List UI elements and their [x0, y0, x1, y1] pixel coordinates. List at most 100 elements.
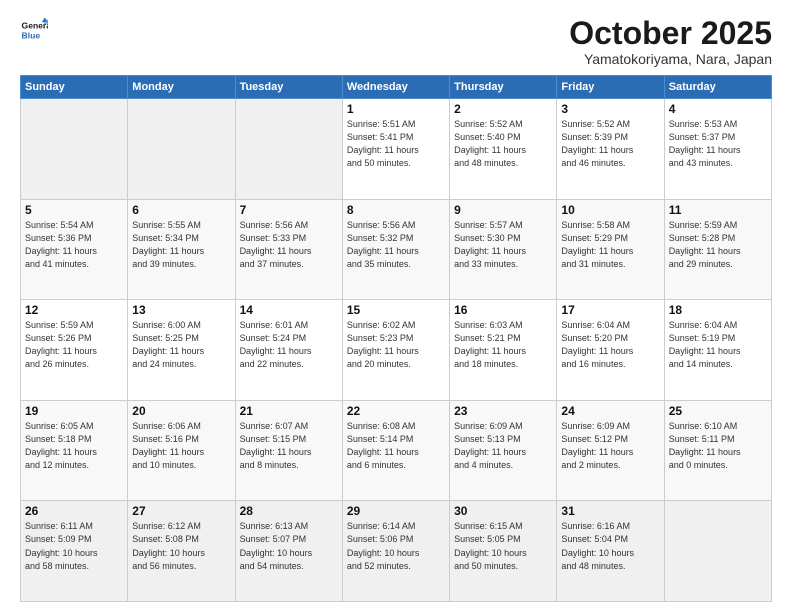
day-info: Sunrise: 6:13 AMSunset: 5:07 PMDaylight:… — [240, 520, 338, 572]
day-number: 23 — [454, 404, 552, 418]
day-number: 2 — [454, 102, 552, 116]
day-number: 7 — [240, 203, 338, 217]
day-info: Sunrise: 5:51 AMSunset: 5:41 PMDaylight:… — [347, 118, 445, 170]
table-row — [21, 99, 128, 200]
day-info: Sunrise: 6:12 AMSunset: 5:08 PMDaylight:… — [132, 520, 230, 572]
day-number: 29 — [347, 504, 445, 518]
table-row: 25Sunrise: 6:10 AMSunset: 5:11 PMDayligh… — [664, 400, 771, 501]
table-row: 5 Sunrise: 5:54 AMSunset: 5:36 PMDaylight… — [21, 199, 128, 300]
week-row-1: 1 Sunrise: 5:51 AMSunset: 5:41 PMDaylight… — [21, 99, 772, 200]
weekday-header-thursday: Thursday — [450, 76, 557, 99]
day-info: Sunrise: 6:14 AMSunset: 5:06 PMDaylight:… — [347, 520, 445, 572]
day-info: Sunrise: 6:15 AMSunset: 5:05 PMDaylight:… — [454, 520, 552, 572]
logo-icon: General Blue — [20, 16, 48, 44]
day-number: 25 — [669, 404, 767, 418]
day-info: Sunrise: 6:04 AMSunset: 5:20 PMDaylight:… — [561, 319, 659, 371]
day-info: Sunrise: 5:52 AMSunset: 5:40 PMDaylight:… — [454, 118, 552, 170]
table-row: 24 Sunrise: 6:09 AMSunset: 5:12 PMDayligh… — [557, 400, 664, 501]
day-number: 22 — [347, 404, 445, 418]
table-row: 9 Sunrise: 5:57 AMSunset: 5:30 PMDaylight… — [450, 199, 557, 300]
table-row: 2 Sunrise: 5:52 AMSunset: 5:40 PMDaylight… — [450, 99, 557, 200]
day-number: 3 — [561, 102, 659, 116]
day-info: Sunrise: 6:05 AMSunset: 5:18 PMDaylight:… — [25, 420, 123, 472]
table-row: 10 Sunrise: 5:58 AMSunset: 5:29 PMDayligh… — [557, 199, 664, 300]
day-number: 8 — [347, 203, 445, 217]
day-info: Sunrise: 5:52 AMSunset: 5:39 PMDaylight:… — [561, 118, 659, 170]
day-info: Sunrise: 5:56 AMSunset: 5:32 PMDaylight:… — [347, 219, 445, 271]
calendar-table: SundayMondayTuesdayWednesdayThursdayFrid… — [20, 75, 772, 602]
day-number: 18 — [669, 303, 767, 317]
day-info: Sunrise: 6:06 AMSunset: 5:16 PMDaylight:… — [132, 420, 230, 472]
day-number: 24 — [561, 404, 659, 418]
week-row-5: 26Sunrise: 6:11 AMSunset: 5:09 PMDayligh… — [21, 501, 772, 602]
day-number: 17 — [561, 303, 659, 317]
day-info: Sunrise: 5:54 AMSunset: 5:36 PMDaylight:… — [25, 219, 123, 271]
day-info: Sunrise: 5:59 AMSunset: 5:28 PMDaylight:… — [669, 219, 767, 271]
day-number: 16 — [454, 303, 552, 317]
table-row: 30 Sunrise: 6:15 AMSunset: 5:05 PMDayligh… — [450, 501, 557, 602]
day-info: Sunrise: 6:01 AMSunset: 5:24 PMDaylight:… — [240, 319, 338, 371]
day-number: 4 — [669, 102, 767, 116]
table-row: 14Sunrise: 6:01 AMSunset: 5:24 PMDayligh… — [235, 300, 342, 401]
day-info: Sunrise: 5:56 AMSunset: 5:33 PMDaylight:… — [240, 219, 338, 271]
table-row: 31 Sunrise: 6:16 AMSunset: 5:04 PMDayligh… — [557, 501, 664, 602]
day-number: 1 — [347, 102, 445, 116]
day-info: Sunrise: 6:09 AMSunset: 5:13 PMDaylight:… — [454, 420, 552, 472]
table-row: 13 Sunrise: 6:00 AMSunset: 5:25 PMDayligh… — [128, 300, 235, 401]
day-info: Sunrise: 6:02 AMSunset: 5:23 PMDaylight:… — [347, 319, 445, 371]
day-number: 27 — [132, 504, 230, 518]
week-row-4: 19Sunrise: 6:05 AMSunset: 5:18 PMDayligh… — [21, 400, 772, 501]
weekday-header-saturday: Saturday — [664, 76, 771, 99]
day-info: Sunrise: 6:16 AMSunset: 5:04 PMDaylight:… — [561, 520, 659, 572]
table-row: 21Sunrise: 6:07 AMSunset: 5:15 PMDayligh… — [235, 400, 342, 501]
day-number: 12 — [25, 303, 123, 317]
table-row: 12 Sunrise: 5:59 AMSunset: 5:26 PMDayligh… — [21, 300, 128, 401]
day-number: 28 — [240, 504, 338, 518]
logo: General Blue — [20, 16, 48, 44]
day-number: 10 — [561, 203, 659, 217]
day-number: 26 — [25, 504, 123, 518]
svg-text:Blue: Blue — [22, 31, 41, 41]
table-row: 7 Sunrise: 5:56 AMSunset: 5:33 PMDaylight… — [235, 199, 342, 300]
table-row — [664, 501, 771, 602]
weekday-header-monday: Monday — [128, 76, 235, 99]
day-number: 5 — [25, 203, 123, 217]
weekday-header-tuesday: Tuesday — [235, 76, 342, 99]
day-info: Sunrise: 5:55 AMSunset: 5:34 PMDaylight:… — [132, 219, 230, 271]
table-row: 1 Sunrise: 5:51 AMSunset: 5:41 PMDaylight… — [342, 99, 449, 200]
table-row: 6 Sunrise: 5:55 AMSunset: 5:34 PMDaylight… — [128, 199, 235, 300]
table-row: 18 Sunrise: 6:04 AMSunset: 5:19 PMDayligh… — [664, 300, 771, 401]
day-info: Sunrise: 5:59 AMSunset: 5:26 PMDaylight:… — [25, 319, 123, 371]
weekday-header-sunday: Sunday — [21, 76, 128, 99]
table-row: 17 Sunrise: 6:04 AMSunset: 5:20 PMDayligh… — [557, 300, 664, 401]
day-number: 20 — [132, 404, 230, 418]
day-number: 31 — [561, 504, 659, 518]
table-row: 28 Sunrise: 6:13 AMSunset: 5:07 PMDayligh… — [235, 501, 342, 602]
day-info: Sunrise: 6:08 AMSunset: 5:14 PMDaylight:… — [347, 420, 445, 472]
day-info: Sunrise: 5:57 AMSunset: 5:30 PMDaylight:… — [454, 219, 552, 271]
day-info: Sunrise: 6:03 AMSunset: 5:21 PMDaylight:… — [454, 319, 552, 371]
week-row-3: 12 Sunrise: 5:59 AMSunset: 5:26 PMDayligh… — [21, 300, 772, 401]
weekday-header-friday: Friday — [557, 76, 664, 99]
day-number: 6 — [132, 203, 230, 217]
table-row: 26Sunrise: 6:11 AMSunset: 5:09 PMDayligh… — [21, 501, 128, 602]
day-number: 30 — [454, 504, 552, 518]
page: General Blue October 2025 Yamatokoriyama… — [0, 0, 792, 612]
day-info: Sunrise: 6:04 AMSunset: 5:19 PMDaylight:… — [669, 319, 767, 371]
day-info: Sunrise: 5:53 AMSunset: 5:37 PMDaylight:… — [669, 118, 767, 170]
table-row: 15Sunrise: 6:02 AMSunset: 5:23 PMDayligh… — [342, 300, 449, 401]
day-info: Sunrise: 6:09 AMSunset: 5:12 PMDaylight:… — [561, 420, 659, 472]
table-row: 4 Sunrise: 5:53 AMSunset: 5:37 PMDaylight… — [664, 99, 771, 200]
table-row: 20 Sunrise: 6:06 AMSunset: 5:16 PMDayligh… — [128, 400, 235, 501]
table-row: 22 Sunrise: 6:08 AMSunset: 5:14 PMDayligh… — [342, 400, 449, 501]
day-info: Sunrise: 6:00 AMSunset: 5:25 PMDaylight:… — [132, 319, 230, 371]
day-info: Sunrise: 5:58 AMSunset: 5:29 PMDaylight:… — [561, 219, 659, 271]
table-row: 8 Sunrise: 5:56 AMSunset: 5:32 PMDaylight… — [342, 199, 449, 300]
day-number: 9 — [454, 203, 552, 217]
week-row-2: 5 Sunrise: 5:54 AMSunset: 5:36 PMDaylight… — [21, 199, 772, 300]
day-number: 13 — [132, 303, 230, 317]
table-row: 19Sunrise: 6:05 AMSunset: 5:18 PMDayligh… — [21, 400, 128, 501]
month-title: October 2025 — [569, 16, 772, 51]
title-block: October 2025 Yamatokoriyama, Nara, Japan — [569, 16, 772, 67]
table-row: 29 Sunrise: 6:14 AMSunset: 5:06 PMDayligh… — [342, 501, 449, 602]
